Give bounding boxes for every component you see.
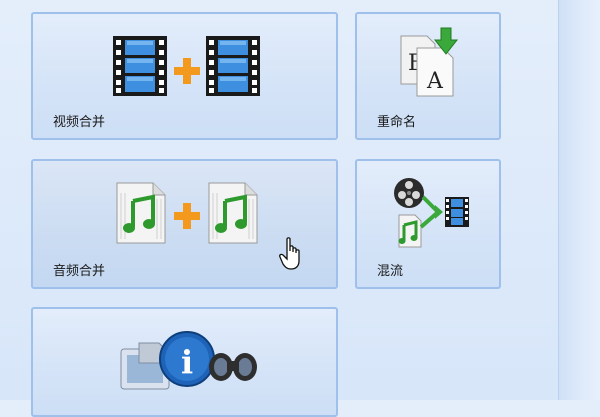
media-info-tile[interactable]: i [31,307,338,417]
mux-icon [391,175,471,249]
mux-tile[interactable]: 混流 [355,159,501,289]
side-panel [558,0,600,400]
rename-letter-a: A [426,69,444,94]
hand-cursor-icon [279,237,305,271]
rename-label: 重命名 [377,115,417,130]
audio-file-icon [115,181,167,245]
plus-icon [172,56,202,86]
audio-merge-tile[interactable]: 音频合并 [31,159,338,289]
plus-icon [172,201,202,231]
audio-file-icon [207,181,259,245]
video-merge-tile[interactable]: 视频合并 [31,12,338,140]
rename-icon: B A [397,26,461,98]
rename-tile[interactable]: B A 重命名 [355,12,501,140]
media-info-icon: i [119,323,259,393]
film-strip-icon [206,36,260,96]
audio-merge-label: 音频合并 [53,264,106,279]
video-merge-label: 视频合并 [53,115,106,130]
film-strip-icon [113,36,167,96]
info-letter: i [181,343,193,381]
mux-label: 混流 [377,264,404,279]
